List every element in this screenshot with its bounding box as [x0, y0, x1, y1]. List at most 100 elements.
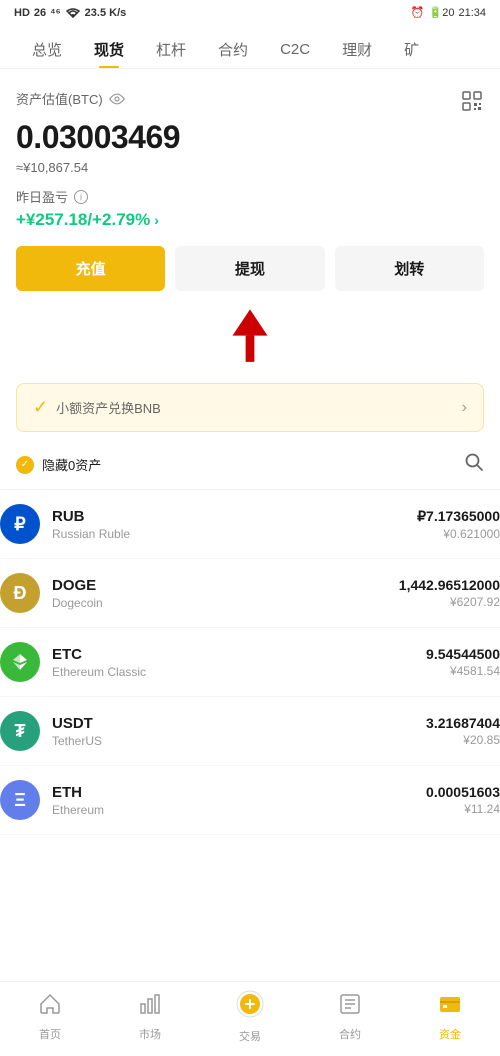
funds-label: 资金: [439, 1026, 461, 1042]
status-left: HD 26 ⁴⁶ 23.5 K/s: [14, 7, 126, 19]
eth-icon: Ξ: [0, 780, 40, 820]
rub-cny: ¥0.621000: [417, 527, 500, 541]
withdraw-button[interactable]: 提现: [175, 246, 324, 291]
trade-label: 交易: [239, 1028, 261, 1044]
bottom-nav-home[interactable]: 首页: [0, 992, 100, 1042]
pnl-arrow: ›: [154, 212, 159, 228]
status-lte: ⁴⁶: [50, 7, 61, 19]
doge-name: Dogecoin: [52, 596, 399, 610]
status-time: 21:34: [458, 7, 486, 19]
etc-amount: 9.54544500: [426, 646, 500, 662]
asset-btc-value: 0.03003469: [16, 119, 484, 156]
bottom-nav: 首页 市场 交易: [0, 981, 500, 1056]
top-nav: 总览 现货 杠杆 合约 C2C 理财 矿: [0, 23, 500, 69]
bottom-nav-funds[interactable]: 资金: [400, 992, 500, 1042]
usdt-name: TetherUS: [52, 734, 426, 748]
eth-symbol: ETH: [52, 784, 426, 801]
bottom-nav-trade[interactable]: 交易: [200, 990, 300, 1044]
pnl-value: +¥257.18/+2.79% ›: [16, 210, 484, 230]
filter-bar: ✓ 隐藏0资产: [16, 452, 484, 477]
home-icon: [38, 992, 62, 1022]
list-item[interactable]: ₮ USDT TetherUS 3.21687404 ¥20.85: [0, 697, 500, 766]
doge-balance: 1,442.96512000 ¥6207.92: [399, 577, 500, 609]
list-item[interactable]: Ð DOGE Dogecoin 1,442.96512000 ¥6207.92: [0, 559, 500, 628]
nav-item-mining[interactable]: 矿: [388, 31, 435, 68]
bnb-text: 小额资产兑换BNB: [56, 398, 161, 417]
wifi-icon: [65, 7, 81, 19]
main-content: 资产估值(BTC) 0.03003469 ≈¥10,867.54 昨日盈亏 i …: [0, 69, 500, 477]
list-item[interactable]: Ξ ETH Ethereum 0.00051603 ¥11.24: [0, 766, 500, 835]
trade-icon: [236, 990, 264, 1024]
nav-item-spot[interactable]: 现货: [78, 31, 140, 68]
red-arrow-icon: [220, 305, 280, 375]
home-label: 首页: [39, 1026, 61, 1042]
etc-balance: 9.54544500 ¥4581.54: [426, 646, 500, 678]
doge-info: DOGE Dogecoin: [52, 577, 399, 610]
eth-amount: 0.00051603: [426, 784, 500, 800]
rub-name: Russian Ruble: [52, 527, 417, 541]
funds-icon: [438, 992, 462, 1022]
nav-item-margin[interactable]: 杠杆: [140, 31, 202, 68]
rub-info: RUB Russian Ruble: [52, 508, 417, 541]
rub-symbol: RUB: [52, 508, 417, 525]
bnb-banner[interactable]: ✓ 小额资产兑换BNB ›: [16, 383, 484, 432]
pnl-label: 昨日盈亏: [16, 187, 68, 206]
market-label: 市场: [139, 1026, 161, 1042]
doge-amount: 1,442.96512000: [399, 577, 500, 593]
annotation-arrow: [16, 305, 484, 375]
asset-cny-value: ≈¥10,867.54: [16, 160, 484, 175]
nav-item-overview[interactable]: 总览: [16, 31, 78, 68]
eye-icon[interactable]: [109, 91, 125, 107]
status-speed: 23.5 K/s: [85, 7, 127, 19]
bottom-nav-futures[interactable]: 合约: [300, 992, 400, 1042]
nav-item-futures[interactable]: 合约: [202, 31, 264, 68]
doge-cny: ¥6207.92: [399, 595, 500, 609]
status-hd: HD: [14, 7, 30, 19]
doge-symbol: DOGE: [52, 577, 399, 594]
list-item[interactable]: ₽ RUB Russian Ruble ₽7.17365000 ¥0.62100…: [0, 490, 500, 559]
bnb-icon: ✓: [33, 397, 48, 418]
usdt-icon: ₮: [0, 711, 40, 751]
usdt-symbol: USDT: [52, 715, 426, 732]
asset-list: ₽ RUB Russian Ruble ₽7.17365000 ¥0.62100…: [0, 490, 500, 835]
info-icon[interactable]: i: [74, 190, 88, 204]
rub-balance: ₽7.17365000 ¥0.621000: [417, 508, 500, 541]
status-signal: 26: [34, 7, 46, 19]
etc-symbol: ETC: [52, 646, 426, 663]
battery-icon: 🔋20: [429, 6, 455, 19]
doge-icon: Ð: [0, 573, 40, 613]
usdt-balance: 3.21687404 ¥20.85: [426, 715, 500, 747]
status-right: ⏰ 🔋20 21:34: [411, 6, 486, 19]
usdt-cny: ¥20.85: [426, 733, 500, 747]
pnl-section: 昨日盈亏 i: [16, 187, 484, 206]
etc-icon: [0, 642, 40, 682]
etc-cny: ¥4581.54: [426, 664, 500, 678]
action-buttons: 充值 提现 划转: [16, 246, 484, 291]
eth-name: Ethereum: [52, 803, 426, 817]
bottom-nav-market[interactable]: 市场: [100, 992, 200, 1042]
hide-zero-label: 隐藏0资产: [42, 455, 101, 474]
status-bar: HD 26 ⁴⁶ 23.5 K/s ⏰ 🔋20 21:34: [0, 0, 500, 23]
market-icon: [138, 992, 162, 1022]
usdt-info: USDT TetherUS: [52, 715, 426, 748]
list-item[interactable]: ETC Ethereum Classic 9.54544500 ¥4581.54: [0, 628, 500, 697]
nav-item-c2c[interactable]: C2C: [264, 33, 326, 66]
etc-name: Ethereum Classic: [52, 665, 426, 679]
rub-icon: ₽: [0, 504, 40, 544]
deposit-button[interactable]: 充值: [16, 246, 165, 291]
futures-icon: [338, 992, 362, 1022]
transfer-button[interactable]: 划转: [335, 246, 484, 291]
bnb-left: ✓ 小额资产兑换BNB: [33, 397, 161, 418]
usdt-amount: 3.21687404: [426, 715, 500, 731]
futures-label: 合约: [339, 1026, 361, 1042]
search-icon[interactable]: [464, 452, 484, 477]
eth-info: ETH Ethereum: [52, 784, 426, 817]
bnb-chevron-icon: ›: [462, 399, 467, 417]
eth-cny: ¥11.24: [426, 802, 500, 816]
eth-balance: 0.00051603 ¥11.24: [426, 784, 500, 816]
scan-icon[interactable]: [460, 89, 484, 113]
nav-item-earn[interactable]: 理财: [326, 31, 388, 68]
filter-left[interactable]: ✓ 隐藏0资产: [16, 455, 101, 474]
hide-zero-checkbox[interactable]: ✓: [16, 456, 34, 474]
asset-label: 资产估值(BTC): [16, 89, 125, 108]
